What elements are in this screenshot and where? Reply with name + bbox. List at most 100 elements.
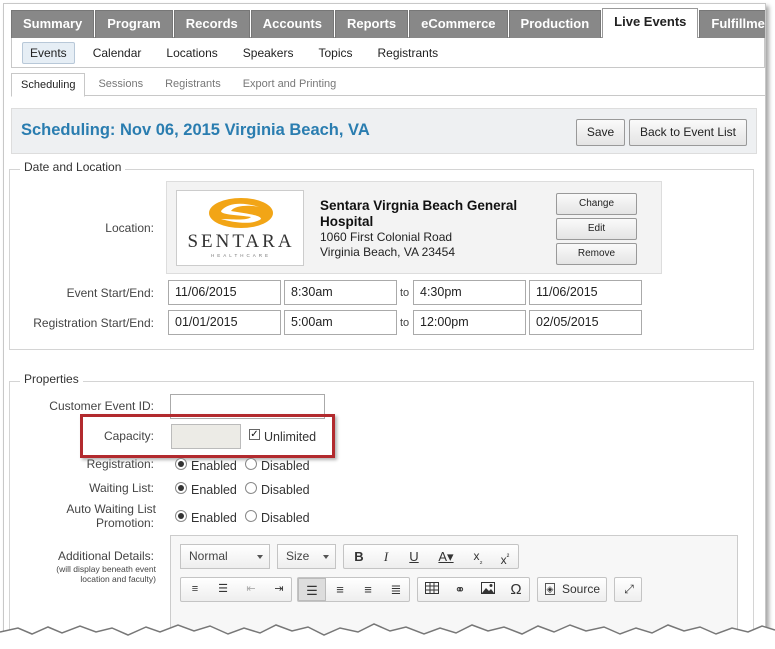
sub-nav: Events Calendar Locations Speakers Topic… [11, 38, 765, 68]
text-style-toolbar: B I U A▾ x₂ x² [343, 544, 519, 569]
size-value: Size [286, 549, 310, 563]
registration-end-date-input[interactable]: 02/05/2015 [529, 310, 642, 335]
date-location-legend: Date and Location [20, 160, 126, 174]
tab-records[interactable]: Records [173, 10, 250, 38]
underline-icon[interactable]: U [400, 545, 428, 568]
subnav-speakers[interactable]: Speakers [236, 43, 301, 63]
source-button[interactable]: ◈ Source [537, 577, 607, 602]
change-location-button[interactable]: Change [556, 193, 637, 215]
superscript-icon[interactable]: x² [491, 545, 519, 568]
registration-end-time-input[interactable]: 12:00pm [413, 310, 526, 335]
customer-event-id-label: Customer Event ID: [49, 399, 154, 413]
numbered-list-icon[interactable]: ≡ [181, 578, 209, 601]
subscript-icon[interactable]: x₂ [464, 545, 492, 568]
source-label: Source [562, 582, 601, 596]
bold-icon[interactable]: B [345, 545, 373, 568]
registration-label: Registration: [86, 457, 154, 471]
tab-accounts[interactable]: Accounts [250, 10, 334, 38]
page-header: Scheduling: Nov 06, 2015 Virginia Beach,… [11, 108, 757, 154]
auto-waiting-label-line1: Auto Waiting List [66, 502, 156, 516]
tab-summary[interactable]: Summary [11, 10, 95, 38]
tab-scheduling[interactable]: Scheduling [11, 73, 86, 97]
registration-enabled-radio[interactable] [175, 458, 187, 470]
auto-waiting-disabled-radio[interactable] [245, 510, 257, 522]
special-character-icon[interactable]: Ω [502, 578, 530, 601]
page-title: Scheduling: Nov 06, 2015 Virginia Beach,… [21, 121, 370, 139]
tab-registrants[interactable]: Registrants [156, 73, 230, 95]
capacity-label: Capacity: [103, 429, 154, 443]
unlimited-label: Unlimited [264, 430, 317, 444]
italic-icon[interactable]: I [372, 545, 400, 568]
chevron-down-icon [257, 555, 263, 559]
properties-legend: Properties [20, 372, 83, 386]
alignment-toolbar: ☰ ≡ ≡ ≣ [297, 577, 410, 602]
scheduling-tabs: Scheduling Sessions Registrants Export a… [11, 73, 765, 97]
logo-subtitle: HEALTHCARE [211, 253, 271, 258]
tab-export-printing[interactable]: Export and Printing [234, 73, 346, 95]
waiting-list-disabled-radio[interactable] [245, 482, 257, 494]
torn-edge-decoration [0, 623, 775, 649]
table-icon[interactable] [418, 578, 446, 601]
text-color-icon[interactable]: A▾ [428, 545, 464, 568]
align-center-icon[interactable]: ≡ [326, 578, 354, 601]
remove-location-button[interactable]: Remove [556, 243, 637, 265]
subnav-topics[interactable]: Topics [311, 43, 359, 63]
outdent-icon[interactable]: ⇤ [237, 578, 265, 601]
unlimited-checkbox[interactable]: ✓ [249, 429, 260, 440]
chevron-down-icon [323, 555, 329, 559]
event-to-label: to [400, 287, 410, 299]
location-label: Location: [105, 221, 154, 235]
save-button[interactable]: Save [576, 119, 625, 146]
tab-program[interactable]: Program [95, 10, 173, 38]
back-to-event-list-button[interactable]: Back to Event List [629, 119, 747, 146]
format-value: Normal [189, 549, 228, 563]
align-right-icon[interactable]: ≡ [354, 578, 382, 601]
maximize-icon[interactable]: ⤢ [615, 578, 643, 601]
event-start-date-input[interactable]: 11/06/2015 [168, 280, 281, 305]
registration-start-time-input[interactable]: 5:00am [284, 310, 397, 335]
auto-waiting-enabled-radio[interactable] [175, 510, 187, 522]
additional-details-note-1: (will display beneath event [56, 564, 156, 574]
registration-enabled-label: Enabled [191, 459, 237, 473]
additional-details-note-2: location and faculty) [80, 574, 156, 584]
subnav-calendar[interactable]: Calendar [86, 43, 149, 63]
size-dropdown[interactable]: Size [277, 544, 336, 569]
waiting-list-enabled-label: Enabled [191, 483, 237, 497]
tab-ecommerce[interactable]: eCommerce [409, 10, 508, 38]
bulleted-list-icon[interactable]: ☰ [209, 578, 237, 601]
waiting-list-enabled-radio[interactable] [175, 482, 187, 494]
event-end-date-input[interactable]: 11/06/2015 [529, 280, 642, 305]
sentara-logo-graphic: SENTARA HEALTHCARE [187, 198, 292, 258]
tab-live-events[interactable]: Live Events [602, 8, 699, 38]
registration-to-label: to [400, 317, 410, 329]
subnav-locations[interactable]: Locations [159, 43, 224, 63]
event-end-time-input[interactable]: 4:30pm [413, 280, 526, 305]
auto-waiting-disabled-label: Disabled [261, 511, 310, 525]
justify-icon[interactable]: ≣ [382, 578, 410, 601]
registration-disabled-radio[interactable] [245, 458, 257, 470]
subnav-events[interactable]: Events [22, 41, 75, 64]
waiting-list-disabled-label: Disabled [261, 483, 310, 497]
maximize-toolbar: ⤢ [614, 577, 642, 602]
address-line-2: Virginia Beach, VA 23454 [320, 245, 455, 259]
indent-icon[interactable]: ⇥ [265, 578, 293, 601]
align-left-icon[interactable]: ☰ [298, 578, 326, 601]
link-icon[interactable]: ⚭ [446, 578, 474, 601]
event-start-end-label: Event Start/End: [66, 286, 154, 300]
location-name: Sentara Virgnia Beach General Hospital [320, 198, 518, 229]
tab-production[interactable]: Production [508, 10, 602, 38]
registration-start-date-input[interactable]: 01/01/2015 [168, 310, 281, 335]
event-start-time-input[interactable]: 8:30am [284, 280, 397, 305]
tab-fulfillment[interactable]: Fulfillment [699, 10, 765, 38]
image-icon[interactable] [474, 578, 502, 601]
main-tabs: Summary Program Records Accounts Reports… [11, 8, 765, 38]
waiting-list-label: Waiting List: [89, 481, 154, 495]
edit-location-button[interactable]: Edit [556, 218, 637, 240]
address-line-1: 1060 First Colonial Road [320, 230, 453, 244]
tab-reports[interactable]: Reports [334, 10, 409, 38]
capacity-input[interactable] [171, 424, 241, 449]
format-dropdown[interactable]: Normal [180, 544, 270, 569]
tab-sessions[interactable]: Sessions [89, 73, 152, 95]
subnav-registrants[interactable]: Registrants [370, 43, 445, 63]
auto-waiting-enabled-label: Enabled [191, 511, 237, 525]
